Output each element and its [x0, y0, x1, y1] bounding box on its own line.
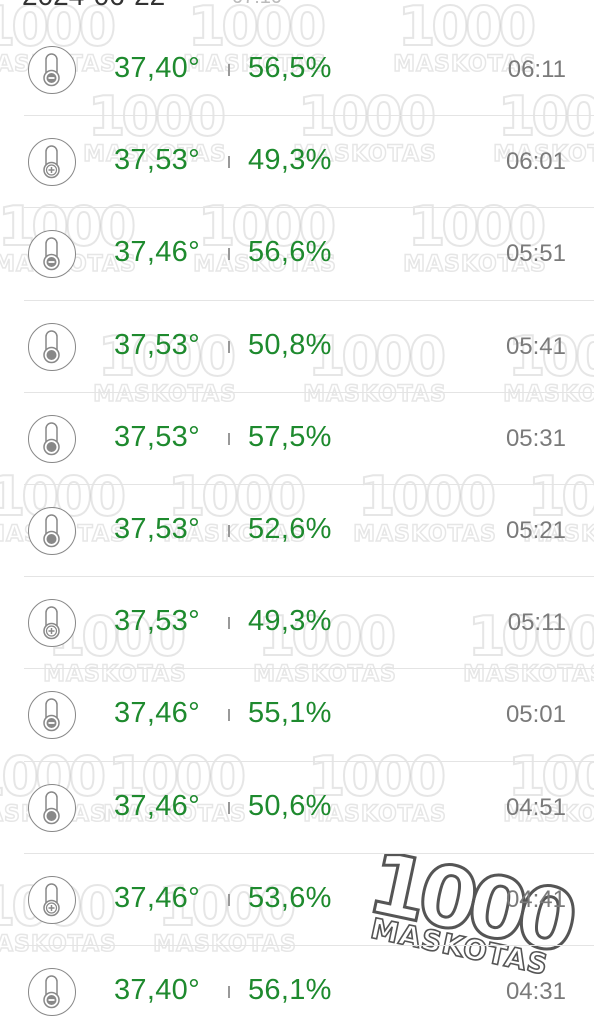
value-separator: [228, 64, 230, 76]
humidity-value: 50,8%: [248, 328, 332, 361]
reading-row[interactable]: 37,53° 50,8% 05:41: [24, 301, 594, 393]
reading-time: 05:11: [507, 609, 566, 637]
reading-time: 05:41: [505, 332, 566, 360]
thermometer-plus-icon: [28, 875, 76, 924]
humidity-value: 56,1%: [248, 973, 332, 1006]
reading-row[interactable]: 37,46° 56,6% 05:51: [24, 208, 594, 301]
reading-row[interactable]: 37,53° 49,3% 05:11: [24, 577, 594, 670]
reading-time: 05:01: [505, 701, 566, 729]
thermometer-plus-icon: [28, 138, 76, 187]
reading-time: 05:51: [505, 240, 566, 268]
humidity-value: 55,1%: [248, 697, 332, 730]
temperature-value: 37,46°: [114, 789, 200, 822]
humidity-value: 56,5%: [248, 52, 332, 84]
humidity-value: 56,6%: [248, 236, 332, 269]
thermometer-icon: [28, 506, 76, 555]
list-header: 2024-06-22 07:10: [0, 0, 594, 12]
value-separator: [228, 156, 230, 169]
reading-time: 05:21: [505, 516, 566, 544]
reading-row[interactable]: 37,46° 50,6% 04:51: [24, 762, 594, 854]
readings-list[interactable]: 37,40° 56,5% 06:11 37,53° 49,3% 06:01 37,46° 56…: [0, 24, 594, 1024]
value-separator: [228, 893, 230, 906]
temperature-value: 37,46°: [114, 236, 200, 269]
reading-row[interactable]: 37,53° 49,3% 06:01: [24, 116, 594, 209]
value-separator: [228, 801, 230, 814]
temperature-value: 37,53°: [114, 144, 200, 177]
reading-time: 04:41: [505, 885, 566, 913]
reading-row[interactable]: 37,46° 55,1% 05:01: [24, 669, 594, 762]
reading-time: 04:31: [505, 977, 566, 1005]
value-separator: [228, 432, 230, 445]
thermometer-minus-icon: [28, 230, 76, 279]
humidity-value: 49,3%: [248, 605, 332, 638]
temperature-value: 37,53°: [114, 420, 200, 453]
reading-row[interactable]: 37,53° 52,6% 05:21: [24, 485, 594, 578]
thermometer-minus-icon: [28, 967, 76, 1016]
reading-time: 04:51: [505, 793, 566, 821]
temperature-value: 37,46°: [114, 697, 200, 730]
temperature-value: 37,40°: [114, 973, 200, 1006]
reading-row[interactable]: 37,53° 57,5% 05:31: [24, 393, 594, 485]
value-separator: [228, 617, 230, 630]
thermometer-minus-icon: [28, 46, 76, 94]
temperature-value: 37,53°: [114, 512, 200, 545]
reading-row[interactable]: 37,40° 56,5% 06:11: [24, 24, 594, 117]
reading-row[interactable]: 37,46° 53,6% 04:41: [24, 854, 594, 946]
value-separator: [228, 709, 230, 722]
humidity-value: 57,5%: [248, 420, 332, 453]
humidity-value: 49,3%: [248, 144, 332, 177]
thermometer-icon: [28, 322, 76, 371]
reading-row[interactable]: 37,40° 56,1% 04:31: [24, 946, 594, 1024]
value-separator: [228, 524, 230, 537]
humidity-value: 50,6%: [248, 789, 332, 822]
humidity-value: 53,6%: [248, 881, 332, 914]
value-separator: [228, 248, 230, 261]
value-separator: [228, 340, 230, 353]
header-date: 2024-06-22: [22, 0, 165, 12]
temperature-value: 37,53°: [114, 328, 200, 361]
thermometer-plus-icon: [28, 599, 76, 648]
reading-time: 06:11: [507, 56, 566, 83]
header-time: 07:10: [232, 0, 282, 9]
reading-time: 06:01: [505, 148, 566, 176]
humidity-value: 52,6%: [248, 512, 332, 545]
thermometer-minus-icon: [28, 691, 76, 740]
thermometer-icon: [28, 414, 76, 463]
thermometer-icon: [28, 783, 76, 832]
value-separator: [228, 985, 230, 998]
temperature-value: 37,53°: [114, 605, 200, 638]
temperature-value: 37,46°: [114, 881, 200, 914]
reading-time: 05:31: [505, 424, 566, 452]
temperature-value: 37,40°: [114, 52, 200, 84]
